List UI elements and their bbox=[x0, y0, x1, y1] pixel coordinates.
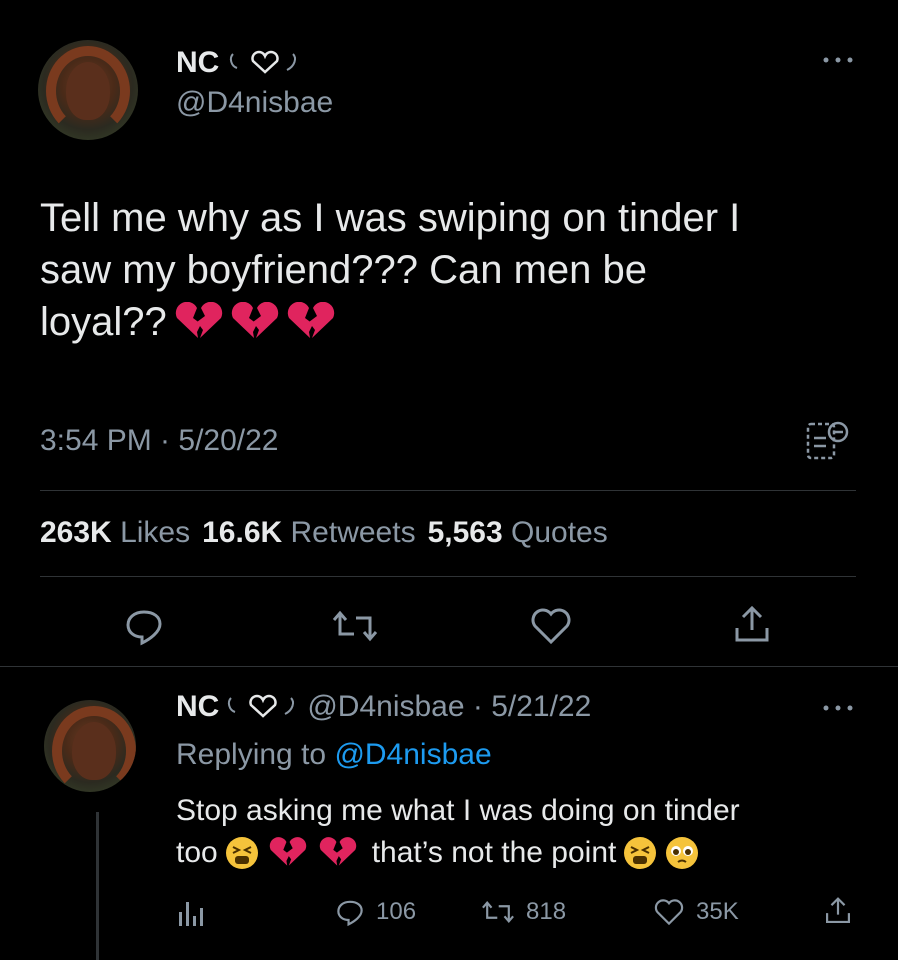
tweet-body: Tell me why as I was swiping on tinder I… bbox=[40, 192, 870, 348]
broken-heart-icon bbox=[316, 837, 360, 869]
reply-text-line: Stop asking me what I was doing on tinde… bbox=[176, 794, 740, 827]
divider bbox=[40, 576, 856, 577]
tweet-stats: 263K Likes 16.6K Retweets 5,563 Quotes bbox=[40, 516, 608, 550]
tweet-text-line: Tell me why as I was swiping on tinder I bbox=[40, 196, 741, 240]
reply-icon[interactable] bbox=[122, 604, 166, 648]
translate-icon[interactable] bbox=[804, 418, 852, 466]
reply-text-fragment: too bbox=[176, 836, 218, 869]
share-icon[interactable] bbox=[822, 894, 854, 928]
thread-line bbox=[96, 812, 99, 960]
tweet-text-line: saw my boyfriend??? Can men be bbox=[40, 248, 647, 292]
like-action[interactable]: 35K bbox=[652, 896, 739, 928]
divider bbox=[0, 666, 898, 667]
heart-outline-icon bbox=[652, 896, 686, 928]
reply-body: Stop asking me what I was doing on tinde… bbox=[176, 790, 876, 874]
like-icon[interactable] bbox=[528, 604, 574, 648]
author-handle[interactable]: @D4nisbae bbox=[176, 86, 333, 120]
broken-heart-icon bbox=[227, 302, 283, 342]
quotes-count: 5,563 bbox=[427, 516, 503, 549]
likes-label: Likes bbox=[120, 516, 191, 549]
quotes-label: Quotes bbox=[511, 516, 608, 549]
author-name-row: NC bbox=[176, 46, 303, 80]
author-avatar[interactable] bbox=[38, 40, 138, 140]
likes-count: 263K bbox=[40, 516, 112, 549]
reply-count: 106 bbox=[376, 898, 417, 925]
retweet-icon bbox=[480, 896, 516, 928]
reply-author-avatar[interactable] bbox=[44, 700, 136, 792]
retweet-action[interactable]: 818 bbox=[480, 896, 566, 928]
analytics-icon[interactable] bbox=[176, 898, 204, 928]
replying-to: Replying to @D4nisbae bbox=[176, 738, 492, 772]
reply-text-fragment: that’s not the point bbox=[371, 836, 617, 869]
retweets-stat[interactable]: 16.6K Retweets bbox=[202, 516, 415, 550]
more-icon[interactable] bbox=[818, 698, 858, 718]
tweet-timestamp[interactable]: 3:54 PM · 5/20/22 bbox=[40, 424, 278, 458]
broken-heart-icon bbox=[266, 837, 310, 869]
tired-face-emoji bbox=[224, 835, 260, 871]
likes-stat[interactable]: 263K Likes bbox=[40, 516, 190, 550]
replying-prefix: Replying to bbox=[176, 738, 335, 771]
broken-heart-icon bbox=[171, 302, 227, 342]
reply-action[interactable]: 106 bbox=[334, 896, 416, 928]
reply-author-row: NC @D4nisbae · 5/21/22 bbox=[176, 690, 591, 724]
retweet-count: 818 bbox=[526, 898, 567, 925]
name-decoration-icon bbox=[225, 692, 301, 722]
more-icon[interactable] bbox=[818, 50, 858, 70]
pleading-face-emoji bbox=[664, 835, 700, 871]
name-decoration-icon bbox=[227, 48, 303, 78]
reply-author-handle-date[interactable]: @D4nisbae · 5/21/22 bbox=[307, 690, 591, 724]
retweets-label: Retweets bbox=[290, 516, 416, 549]
divider bbox=[40, 490, 856, 491]
tired-face-emoji bbox=[622, 835, 658, 871]
tweet-text-line: loyal?? bbox=[40, 300, 167, 344]
retweets-count: 16.6K bbox=[202, 516, 283, 549]
broken-heart-icon bbox=[283, 302, 339, 342]
reply-icon bbox=[334, 896, 366, 928]
replying-handle-link[interactable]: @D4nisbae bbox=[334, 738, 491, 771]
author-name[interactable]: NC bbox=[176, 46, 219, 80]
share-icon[interactable] bbox=[730, 602, 774, 648]
retweet-icon[interactable] bbox=[330, 604, 380, 648]
reply-author-name[interactable]: NC bbox=[176, 690, 219, 724]
quotes-stat[interactable]: 5,563 Quotes bbox=[428, 516, 608, 550]
like-count: 35K bbox=[696, 898, 739, 925]
